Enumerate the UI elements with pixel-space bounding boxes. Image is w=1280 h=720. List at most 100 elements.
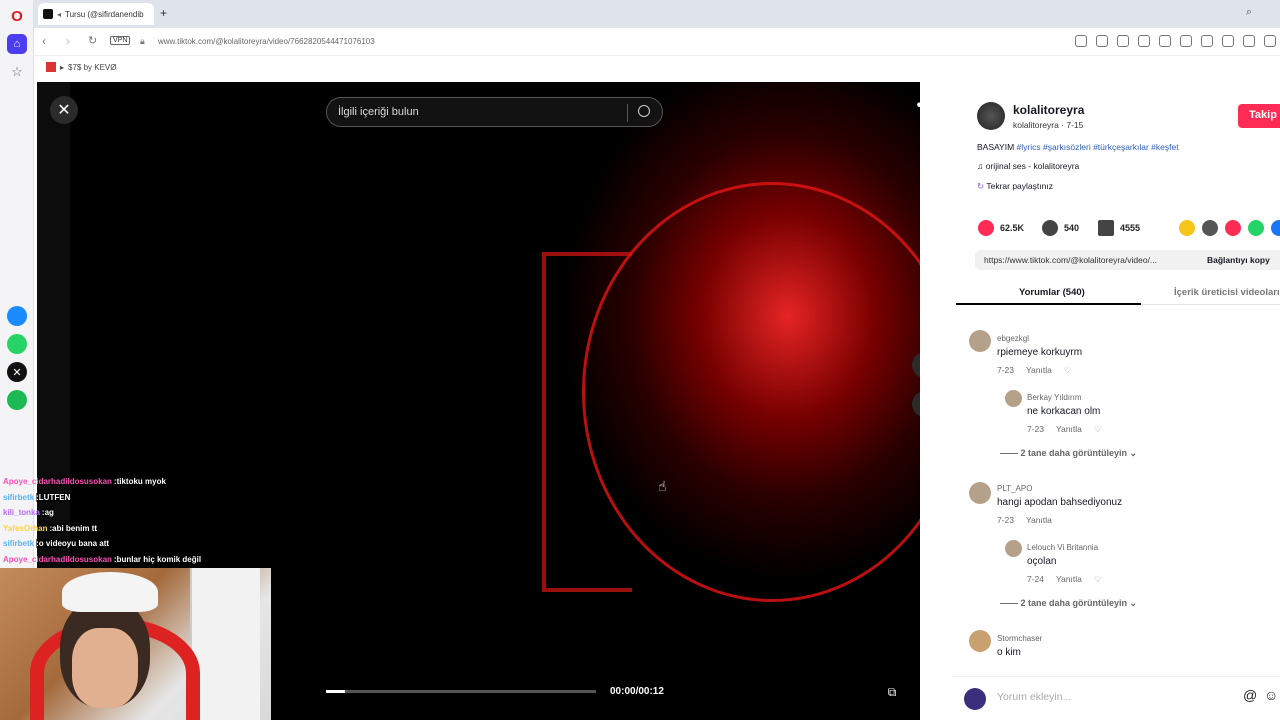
comment-user[interactable]: Stormchaser: [997, 634, 1042, 643]
creator-name[interactable]: kolalitoreyra: [1013, 103, 1084, 117]
tiktok-favicon-icon: [43, 9, 53, 19]
whatsapp-icon[interactable]: [7, 334, 27, 354]
tab-search-icon[interactable]: ⌕: [1246, 6, 1252, 19]
snapshot-icon[interactable]: [1264, 35, 1276, 47]
comment-input[interactable]: Yorum ekleyin...: [997, 691, 1071, 703]
repost-label: Tekrar paylaştınız: [986, 181, 1053, 191]
caption-hashtags[interactable]: #lyrics #şarkısözleri #türkçeşarkılar #k…: [1017, 142, 1179, 152]
bookmarks-star-icon[interactable]: ☆: [7, 62, 27, 82]
vpn-badge[interactable]: VPN: [110, 36, 131, 45]
search-icon[interactable]: [638, 105, 650, 117]
menu-icon[interactable]: [1222, 35, 1234, 47]
comment-user[interactable]: Berkay Yıldırım: [1027, 393, 1082, 402]
chat-username: Apoye_cidarhadildosusokan: [3, 554, 112, 564]
heart-icon[interactable]: [1180, 35, 1192, 47]
browser-tab[interactable]: ◂ Tursu (@sifirdanendib: [38, 3, 154, 25]
reload-icon[interactable]: ↻: [88, 34, 97, 47]
copy-link-button[interactable]: Bağlantıyı kopy: [1207, 255, 1270, 265]
commenter-avatar[interactable]: [969, 330, 991, 352]
share-icon[interactable]: [1075, 35, 1087, 47]
bookmark-icon[interactable]: [1098, 220, 1114, 236]
address-bar: ‹ › ↻ VPN 🔒︎ www.tiktok.com/@kolalitorey…: [34, 28, 1280, 56]
chat-message: bunlar hiç komik değil: [116, 554, 202, 564]
save-count: 4555: [1120, 223, 1141, 233]
shield-icon[interactable]: [1117, 35, 1129, 47]
comment-text: hangi apodan bahsediyonuz: [997, 497, 1123, 508]
embed-share-icon[interactable]: [1202, 220, 1218, 236]
reply-button[interactable]: Yanıtla: [1026, 515, 1052, 525]
opera-logo-icon[interactable]: O: [7, 6, 27, 26]
like-small-icon[interactable]: ♡: [1064, 365, 1072, 376]
search-divider: [627, 104, 628, 122]
repost-icon: ↻: [977, 181, 987, 191]
comment-meta: 7-23 Yanıtla ♡: [1027, 424, 1101, 435]
close-button[interactable]: ✕: [50, 96, 78, 124]
view-more-replies[interactable]: —— 2 tane daha görüntüleyin ⌄: [1000, 598, 1137, 609]
chat-username: YafesOrhan: [3, 523, 48, 533]
comment-date: 7-24: [1027, 574, 1045, 584]
view-more-label: 2 tane daha görüntüleyin: [1020, 448, 1128, 458]
reply-button[interactable]: Yanıtla: [1056, 424, 1082, 435]
commenter-avatar[interactable]: [1005, 540, 1022, 557]
like-small-icon[interactable]: ♡: [1094, 574, 1102, 585]
user-avatar[interactable]: [964, 688, 986, 710]
chat-message: ag: [44, 508, 54, 518]
commenter-avatar[interactable]: [969, 630, 991, 652]
like-small-icon[interactable]: ♡: [1094, 424, 1102, 435]
download-icon[interactable]: [1201, 35, 1213, 47]
forward-icon[interactable]: ›: [66, 34, 70, 48]
comment-user[interactable]: PLT_APO: [997, 484, 1032, 493]
reply-button[interactable]: Yanıtla: [1026, 365, 1052, 376]
creator-subtitle: kolalitoreyra · 7-15: [1013, 120, 1084, 130]
commenter-avatar[interactable]: [969, 482, 991, 504]
sound-row[interactable]: ♫ orijinal ses - kolalitoreyra: [977, 161, 1079, 171]
bookmarks-bar: ▸ $7$ by KEVØ: [34, 56, 1280, 80]
spotify-icon[interactable]: [7, 390, 27, 410]
comment-date: 7-23: [1027, 424, 1045, 434]
creator-avatar[interactable]: [977, 102, 1005, 130]
tab-creator-videos[interactable]: İçerik üreticisi videoları: [1174, 287, 1280, 298]
profile-icon[interactable]: [1243, 35, 1255, 47]
chat-line: Apoye_cidarhadildosusokan: bunlar hiç ko…: [0, 552, 272, 568]
lock-icon[interactable]: 🔒︎: [140, 36, 145, 47]
x-twitter-icon[interactable]: ✕: [7, 362, 27, 382]
mention-icon[interactable]: @: [1243, 687, 1257, 703]
share-link-url[interactable]: https://www.tiktok.com/@kolalitoreyra/vi…: [984, 255, 1157, 265]
facebook-share-icon[interactable]: [1271, 220, 1280, 236]
play-icon[interactable]: [1159, 35, 1171, 47]
save-stat[interactable]: 4555: [1098, 220, 1140, 236]
view-more-replies[interactable]: —— 2 tane daha görüntüleyin ⌄: [1000, 448, 1137, 459]
bookmark-item[interactable]: ▸ $7$ by KEVØ: [46, 62, 117, 72]
follow-button[interactable]: Takip: [1238, 104, 1280, 128]
back-icon[interactable]: ‹: [42, 34, 46, 48]
video-progress-bar[interactable]: [326, 690, 596, 693]
comment-user[interactable]: Lelouch Vi Britannia: [1027, 543, 1098, 552]
send-share-icon[interactable]: [1225, 220, 1241, 236]
comment-icon[interactable]: [1042, 220, 1058, 236]
view-more-label: 2 tane daha görüntüleyin: [1020, 598, 1128, 608]
chat-message: LUTFEN: [38, 492, 71, 502]
url-field[interactable]: www.tiktok.com/@kolalitoreyra/video/7662…: [158, 37, 375, 46]
chat-username: sifirbetk: [3, 539, 35, 549]
new-tab-button[interactable]: +: [160, 6, 167, 20]
reply-button[interactable]: Yanıtla: [1056, 574, 1082, 585]
comment-stat[interactable]: 540: [1042, 220, 1079, 236]
search-input[interactable]: İlgili içeriği bulun: [326, 97, 663, 127]
coin-share-icon[interactable]: [1179, 220, 1195, 236]
commenter-avatar[interactable]: [1005, 390, 1022, 407]
comment-user[interactable]: ebgezkgl: [997, 334, 1029, 343]
heart-filled-icon[interactable]: [978, 220, 994, 236]
comment-text: ne korkacan olm: [1027, 406, 1101, 417]
floating-player-icon[interactable]: ⧉: [882, 682, 902, 702]
chat-username: kili_tonka: [3, 508, 40, 518]
bookmark-label: $7$ by KEVØ: [68, 62, 117, 72]
emoji-icon[interactable]: ☺: [1264, 687, 1278, 703]
tab-comments[interactable]: Yorumlar (540): [1019, 287, 1085, 298]
messenger-icon[interactable]: [7, 306, 27, 326]
whatsapp-share-icon[interactable]: [1248, 220, 1264, 236]
home-icon[interactable]: ⌂: [7, 34, 27, 54]
camera-icon[interactable]: [1096, 35, 1108, 47]
bunny-hat: [62, 572, 158, 612]
like-stat[interactable]: 62.5K: [978, 220, 1024, 236]
extensions-icon[interactable]: [1138, 35, 1150, 47]
